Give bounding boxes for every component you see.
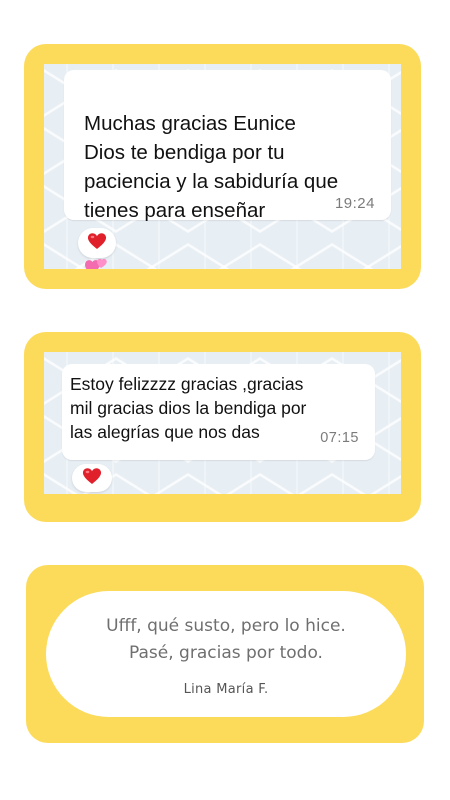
chat-bubble: Muchas gracias Eunice Dios te bendiga po… — [64, 70, 391, 269]
reaction-badge[interactable] — [78, 228, 116, 258]
testimonial-card-1: Muchas gracias Eunice Dios te bendiga po… — [24, 44, 421, 289]
quote-text: Ufff, qué susto, pero lo hice. Pasé, gra… — [106, 616, 346, 663]
chat-wallpaper: Estoy felizzzz gracias ,gracias mil grac… — [44, 352, 401, 494]
testimonial-card-3: Ufff, qué susto, pero lo hice. Pasé, gra… — [26, 565, 424, 743]
chat-message-text: Muchas gracias Eunice Dios te bendiga po… — [84, 112, 339, 222]
chat-message: Muchas gracias Eunice Dios te bendiga po… — [84, 80, 338, 269]
testimonial-card-2: Estoy felizzzz gracias ,gracias mil grac… — [24, 332, 421, 522]
message-timestamp: 07:15 — [320, 430, 359, 446]
reaction-badge[interactable] — [72, 464, 112, 492]
chat-wallpaper: Muchas gracias Eunice Dios te bendiga po… — [44, 64, 401, 269]
red-heart-icon — [87, 232, 107, 255]
red-heart-icon — [82, 467, 102, 490]
chat-bubble: Estoy felizzzz gracias ,gracias mil grac… — [62, 364, 375, 460]
quote-author: Lina María F. — [183, 682, 269, 697]
message-timestamp: 19:24 — [334, 195, 375, 212]
quote-bubble: Ufff, qué susto, pero lo hice. Pasé, gra… — [46, 591, 406, 717]
chat-message: Estoy felizzzz gracias ,gracias mil grac… — [70, 374, 307, 442]
